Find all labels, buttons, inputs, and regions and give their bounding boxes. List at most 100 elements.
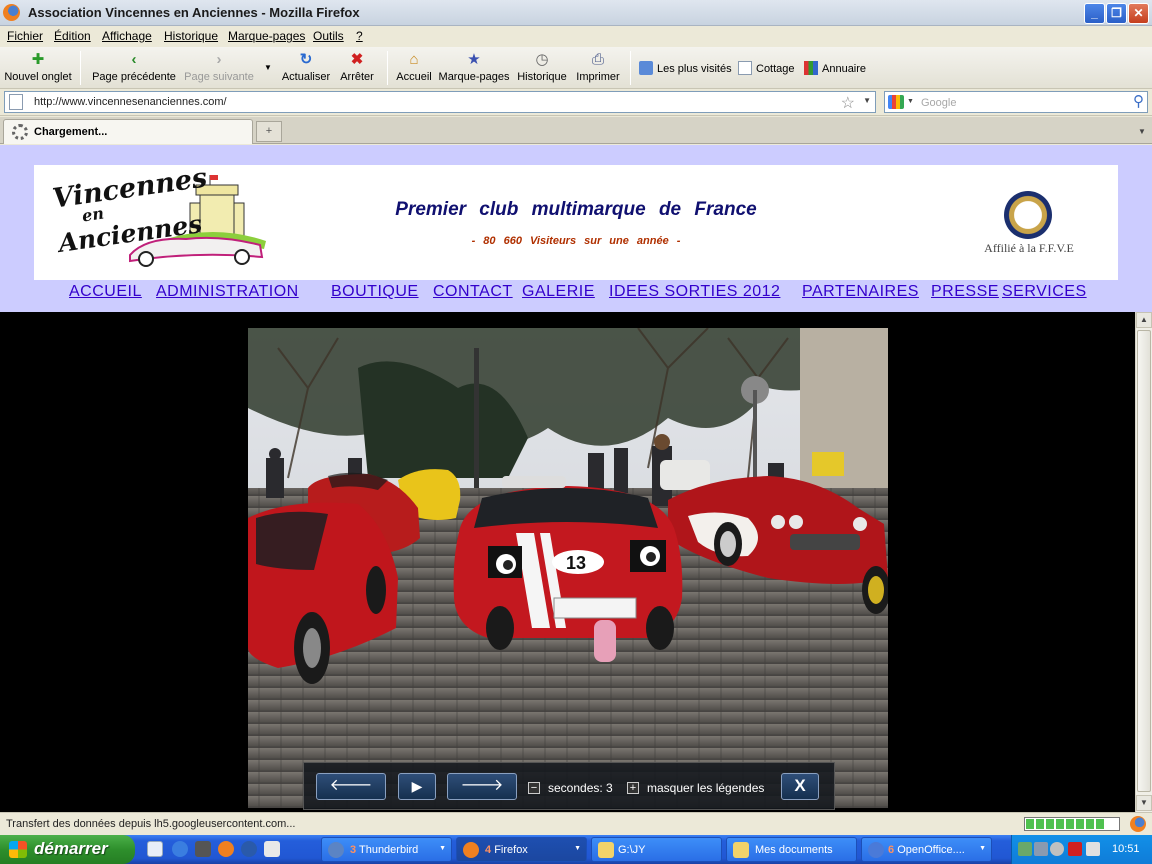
bookmark-most-visited[interactable]: Les plus visités <box>639 61 732 75</box>
antivirus-icon[interactable] <box>1068 842 1082 856</box>
task-dropdown-icon: ▼ <box>979 845 986 852</box>
scroll-up-button[interactable]: ▲ <box>1136 312 1152 328</box>
tab-label: Chargement... <box>34 126 108 138</box>
home-button[interactable]: ⌂ Accueil <box>393 50 435 86</box>
command-prompt-icon[interactable] <box>195 841 211 857</box>
back-arrow-icon: ‹ <box>131 51 137 68</box>
folder-icon <box>598 842 614 858</box>
toggle-captions-link[interactable]: masquer les légendes <box>647 781 764 795</box>
task-mes-documents[interactable]: Mes documents <box>726 837 857 862</box>
menu-marque-pages[interactable]: Marque-pages <box>228 29 305 43</box>
decrease-seconds-button[interactable]: − <box>528 782 540 794</box>
progress-fill <box>1026 819 1105 829</box>
task-name: Firefox <box>494 844 528 856</box>
nav-link-partenaires[interactable]: PARTENAIRES <box>802 283 919 301</box>
ffve-logo[interactable] <box>1004 191 1052 239</box>
windows-logo-icon <box>9 841 27 858</box>
new-tab-plus-button[interactable]: + <box>256 121 282 142</box>
bookmarks-button[interactable]: ★ Marque-pages <box>437 50 511 86</box>
menu-fichier[interactable]: Fichier <box>7 29 43 43</box>
firefox-quicklaunch-icon[interactable] <box>218 841 234 857</box>
forward-button[interactable]: › Page suivante <box>180 50 258 86</box>
scrollbar-thumb[interactable] <box>1137 330 1151 792</box>
volume-icon[interactable] <box>1086 842 1100 856</box>
start-button[interactable]: démarrer <box>0 835 135 864</box>
next-slide-button[interactable]: 🡒 <box>447 773 517 800</box>
task-openoffice[interactable]: 6 OpenOffice.... ▼ <box>861 837 992 862</box>
update-icon[interactable] <box>1050 842 1064 856</box>
menu-help[interactable]: ? <box>356 29 363 43</box>
search-field[interactable]: ▼ Google ⚲ <box>884 91 1148 113</box>
home-label: Accueil <box>396 71 432 83</box>
stop-button[interactable]: ✖ Arrêter <box>336 50 378 86</box>
menu-affichage[interactable]: Affichage <box>102 29 152 43</box>
loading-spinner-icon <box>12 124 28 140</box>
thunderbird-icon <box>328 842 344 858</box>
slideshow-photo[interactable]: 13 <box>248 328 888 808</box>
network-icon[interactable] <box>1018 842 1032 856</box>
task-name: OpenOffice.... <box>897 844 965 856</box>
slideshow-controls: 🡐 ▶ 🡒 − secondes: 3 + masquer les légend… <box>303 762 835 810</box>
nav-link-boutique[interactable]: BOUTIQUE <box>331 283 419 301</box>
new-tab-icon: ✚ <box>31 51 45 68</box>
bookmark-star-icon[interactable]: ☆ <box>841 93 855 113</box>
search-engine-dropdown-icon[interactable]: ▼ <box>907 98 914 105</box>
close-window-button[interactable]: ✕ <box>1128 3 1149 24</box>
media-player-icon[interactable] <box>241 841 257 857</box>
reload-button[interactable]: ↻ Actualiser <box>280 50 332 86</box>
increase-seconds-button[interactable]: + <box>627 782 639 794</box>
menu-edition[interactable]: Édition <box>54 29 91 43</box>
tab-bar: Chargement... + ▼ <box>0 117 1152 144</box>
page-icon <box>9 94 23 110</box>
nav-link-accueil[interactable]: ACCUEIL <box>69 283 142 301</box>
tab-list-button[interactable]: ▼ <box>1134 121 1150 142</box>
nav-link-galerie[interactable]: GALERIE <box>522 283 595 301</box>
minimize-button[interactable]: _ <box>1084 3 1105 24</box>
menu-historique[interactable]: Historique <box>164 29 218 43</box>
task-count: 6 <box>888 844 895 856</box>
nav-link-administration[interactable]: ADMINISTRATION <box>156 283 299 301</box>
reload-label: Actualiser <box>281 71 331 83</box>
user-icon[interactable] <box>264 841 280 857</box>
bookmark-annuaire[interactable]: Annuaire <box>804 61 866 75</box>
scroll-down-button[interactable]: ▼ <box>1136 795 1152 811</box>
site-header: Vincennes en Anciennes Premier club mult… <box>0 145 1152 312</box>
new-tab-button[interactable]: ✚ Nouvel onglet <box>2 50 74 86</box>
firefox-status-icon <box>1130 816 1146 832</box>
clock-icon: ◷ <box>535 51 549 68</box>
task-thunderbird[interactable]: 3 Thunderbird ▼ <box>321 837 452 862</box>
internet-explorer-icon[interactable] <box>172 841 188 857</box>
navigation-toolbar: ✚ Nouvel onglet ‹ Page précédente › Page… <box>0 47 1152 89</box>
play-slideshow-button[interactable]: ▶ <box>398 773 436 800</box>
display-icon[interactable] <box>1034 842 1048 856</box>
site-navigation: ACCUEIL ADMINISTRATION BOUTIQUE CONTACT … <box>0 283 1152 307</box>
stop-icon: ✖ <box>350 51 364 68</box>
nav-link-services[interactable]: SERVICES <box>1002 283 1087 301</box>
search-icon[interactable]: ⚲ <box>1133 92 1144 110</box>
firefox-task-icon <box>463 842 479 858</box>
close-slideshow-button[interactable]: X <box>781 773 819 800</box>
url-dropdown-icon[interactable]: ▼ <box>863 96 871 105</box>
google-icon[interactable] <box>888 95 904 109</box>
back-button[interactable]: ‹ Page précédente <box>88 50 180 86</box>
previous-slide-button[interactable]: 🡐 <box>316 773 386 800</box>
back-label: Page précédente <box>92 71 176 83</box>
menu-outils[interactable]: Outils <box>313 29 344 43</box>
bookmark-cottage[interactable]: Cottage <box>738 61 795 75</box>
reload-icon: ↻ <box>299 51 313 68</box>
club-logo[interactable]: Vincennes en Anciennes <box>46 162 276 273</box>
url-text: http://www.vincennesenanciennes.com/ <box>34 96 227 108</box>
url-field[interactable]: http://www.vincennesenanciennes.com/ ☆ ▼ <box>4 91 876 113</box>
nav-link-idees-sorties[interactable]: IDEES SORTIES 2012 <box>609 283 780 301</box>
web-content: Vincennes en Anciennes Premier club mult… <box>0 145 1152 812</box>
nav-link-contact[interactable]: CONTACT <box>433 283 513 301</box>
tab-loading[interactable]: Chargement... <box>3 119 253 144</box>
nav-link-presse[interactable]: PRESSE <box>931 283 999 301</box>
task-folder-jy[interactable]: G:\JY <box>591 837 722 862</box>
print-button[interactable]: ⎙ Imprimer <box>573 50 623 86</box>
maximize-button[interactable]: ❐ <box>1106 3 1127 24</box>
task-firefox[interactable]: 4 Firefox ▼ <box>456 837 587 862</box>
history-button[interactable]: ◷ Historique <box>514 50 570 86</box>
vertical-scrollbar[interactable]: ▲ ▼ <box>1135 312 1152 812</box>
desktop-icon[interactable] <box>147 841 163 857</box>
